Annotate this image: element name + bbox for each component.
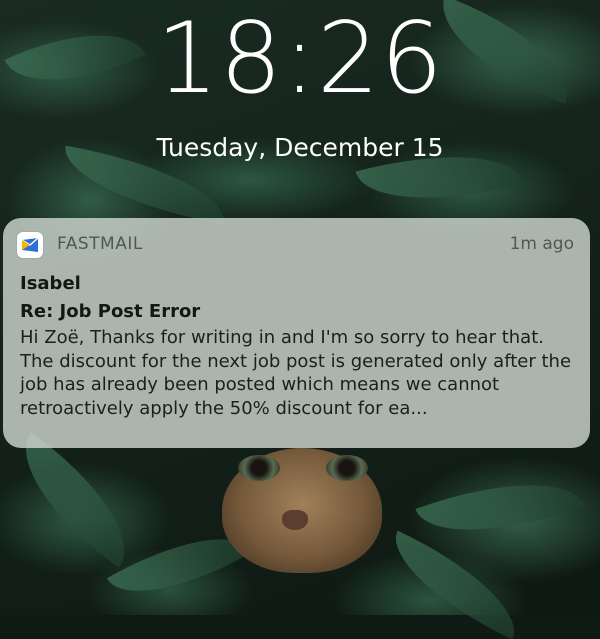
leaf (0, 432, 154, 568)
notification-timestamp: 1m ago (509, 234, 574, 254)
fastmail-icon (17, 232, 43, 258)
lock-screen-time: 18:26 (156, 2, 444, 116)
leaf (376, 530, 534, 639)
cat-eye-left (238, 455, 280, 481)
leaf (415, 454, 585, 561)
app-name: FASTMAIL (57, 234, 143, 254)
notification-header: FASTMAIL 1m ago (17, 232, 574, 258)
notification-subject: Re: Job Post Error (20, 301, 201, 322)
lock-screen-date: Tuesday, December 15 (156, 133, 444, 162)
notification-body: Hi Zoë, Thanks for writing in and I'm so… (20, 327, 572, 419)
notification-card[interactable]: FASTMAIL 1m ago Isabel Re: Job Post Erro… (3, 218, 590, 448)
cat-nose (282, 510, 308, 530)
cat-eye-right (326, 455, 368, 481)
notification-sender: Isabel (20, 273, 81, 294)
